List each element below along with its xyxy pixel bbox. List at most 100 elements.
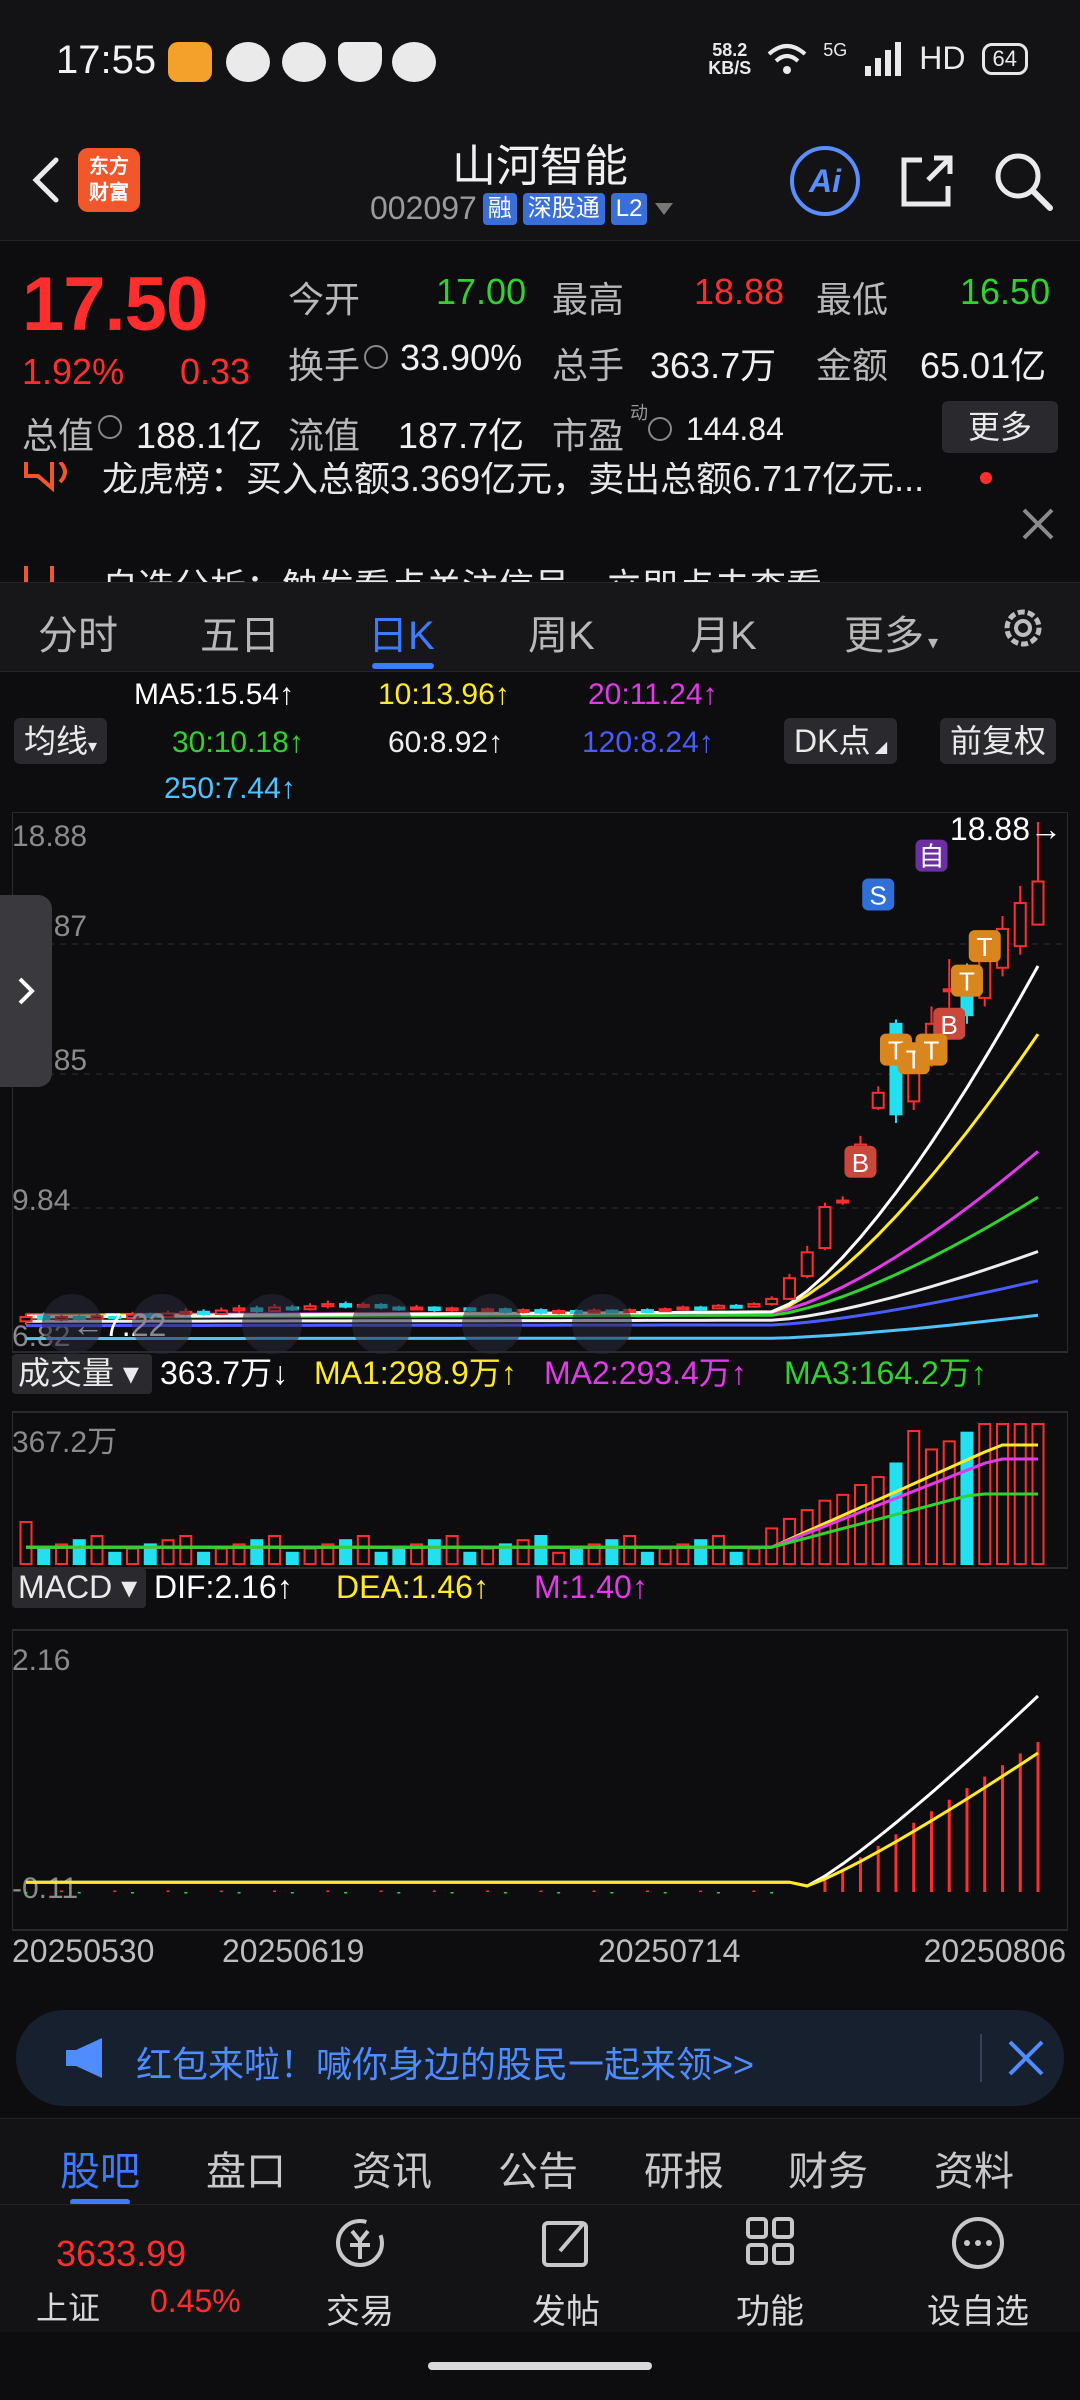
- active-tab-indicator: [372, 663, 434, 669]
- news-ticker[interactable]: 龙虎榜：买入总额3.369亿元，卖出总额6.717亿元... 自选分析：触发看点…: [0, 462, 1080, 582]
- dropdown-triangle-icon[interactable]: [653, 201, 675, 217]
- chart-nav-button: [42, 1294, 102, 1354]
- mktcap-info-icon[interactable]: [98, 415, 122, 439]
- speaker-icon: [24, 462, 67, 492]
- ma60-value: 60:8.92↑: [388, 726, 504, 759]
- share-icon[interactable]: [894, 148, 960, 214]
- post-button[interactable]: 发帖: [496, 2215, 636, 2333]
- net-speed-value: 58.2: [712, 39, 748, 60]
- volume-bar: [126, 1547, 140, 1565]
- index-percent: 0.45%: [150, 2283, 241, 2319]
- signal-icon: [865, 41, 902, 76]
- kline-chart[interactable]: 18.8816.8714.859.846.8218.88→←7.22S自BBTT…: [12, 812, 1068, 2002]
- tab-more-periods[interactable]: 更多 ▾: [844, 603, 938, 661]
- tab-order-book[interactable]: 盘口: [206, 2139, 286, 2197]
- candle: [303, 1303, 317, 1311]
- dif-line: [26, 1694, 1040, 1888]
- unread-dot: [980, 472, 992, 484]
- dk-button-label: DK点: [794, 723, 871, 759]
- tab-profile[interactable]: 资料: [934, 2139, 1014, 2197]
- tab-financials[interactable]: 财务: [788, 2139, 868, 2197]
- volume-bar: [640, 1551, 654, 1565]
- trade-button[interactable]: 交易: [290, 2215, 430, 2333]
- volume-bar: [250, 1539, 264, 1566]
- candle-body: [818, 1206, 832, 1250]
- volume-bar: [445, 1535, 459, 1565]
- index-name: 上证: [36, 2290, 101, 2326]
- t-signal-badge: T: [924, 1036, 940, 1066]
- info-tabs: 股吧 盘口 资讯 公告 研报 财务 资料: [0, 2118, 1080, 2205]
- news-headline-watchlist[interactable]: 自选分析：触发看点关注信号，立即点击查看: [102, 558, 822, 582]
- volume-button-label: 成交量 ▾: [18, 1355, 139, 1391]
- macd-button-label: MACD ▾: [18, 1569, 137, 1605]
- search-icon[interactable]: [990, 148, 1056, 214]
- gear-icon[interactable]: [996, 601, 1050, 655]
- ai-assistant-icon[interactable]: Ai: [790, 146, 860, 216]
- high-value: 18.88: [694, 271, 785, 312]
- tab-five-day[interactable]: 五日: [200, 603, 280, 661]
- comment-icon: [392, 42, 436, 82]
- dea-line: [26, 1751, 1039, 1888]
- candle: [729, 1304, 743, 1309]
- amount-label: 金额: [816, 345, 889, 386]
- candle-body: [694, 1306, 708, 1311]
- status-bar: 17:55 58.2 KB/S 5G HD 64: [0, 0, 1080, 120]
- tab-news[interactable]: 资讯: [352, 2139, 432, 2197]
- volume-bar: [552, 1551, 566, 1565]
- turnover-info-icon[interactable]: [364, 345, 388, 369]
- candle-body: [427, 1306, 441, 1312]
- net-speed-unit: KB/S: [708, 57, 752, 78]
- ma-button-label: 均线: [24, 723, 89, 759]
- pe-info-icon[interactable]: [648, 417, 672, 441]
- tab-guba[interactable]: 股吧: [60, 2139, 140, 2197]
- tab-research[interactable]: 研报: [644, 2139, 724, 2197]
- candle: [818, 1202, 832, 1251]
- tab-weekly-k[interactable]: 周K: [528, 603, 595, 661]
- tab-monthly-k[interactable]: 月K: [690, 603, 757, 661]
- macd-axis-top-label: 2.16: [12, 1644, 70, 1677]
- volume-bar: [481, 1547, 495, 1565]
- candle-body: [640, 1309, 654, 1314]
- functions-button[interactable]: 功能: [700, 2215, 840, 2333]
- candle-body: [658, 1308, 672, 1313]
- tab-intraday[interactable]: 分时: [38, 603, 118, 661]
- gesture-bar[interactable]: [428, 2362, 652, 2370]
- news-headline-longhubang[interactable]: 龙虎榜：买入总额3.369亿元，卖出总额6.717亿元...: [102, 462, 924, 502]
- tab-announcements[interactable]: 公告: [498, 2139, 578, 2197]
- change-amount: 0.33: [180, 351, 251, 392]
- volume-bar: [72, 1539, 86, 1566]
- period-tabs: 分时 五日 日K 周K 月K 更多 ▾: [0, 582, 1080, 672]
- candle-body: [782, 1277, 796, 1300]
- open-value: 17.00: [436, 271, 527, 312]
- date-axis-label: 20250530: [12, 1933, 154, 1969]
- float-label: 流值: [288, 415, 361, 456]
- more-quote-button[interactable]: 更多: [942, 401, 1058, 453]
- ma10-value: 10:13.96↑: [378, 678, 510, 711]
- stock-code: 002097: [370, 190, 477, 226]
- corner-triangle-icon: ◢: [870, 739, 888, 756]
- volume-axis-label: 367.2万: [12, 1426, 117, 1459]
- chart-nav-button: [352, 1294, 412, 1354]
- red-packet-banner[interactable]: 红包来啦！喊你身边的股民一起来领>>: [16, 2010, 1064, 2106]
- add-watchlist-button[interactable]: 设自选: [908, 2215, 1048, 2333]
- adjust-mode-button[interactable]: 前复权: [940, 718, 1057, 764]
- candle-body: [711, 1304, 725, 1310]
- tab-daily-k[interactable]: 日K: [368, 603, 435, 661]
- mktcap-label: 总值: [22, 415, 95, 456]
- index-value[interactable]: 3633.99: [56, 2233, 186, 2275]
- trade-label: 交易: [326, 2293, 394, 2331]
- megaphone-icon: [66, 2038, 102, 2078]
- volume-bar: [37, 1547, 51, 1565]
- banner-text[interactable]: 红包来啦！喊你身边的股民一起来领>>: [136, 2036, 754, 2088]
- close-icon[interactable]: [1006, 2038, 1046, 2078]
- close-icon[interactable]: [1020, 506, 1056, 542]
- candle: [1013, 885, 1027, 955]
- connect-tag: 深股通: [522, 192, 605, 225]
- side-expand-handle[interactable]: [0, 895, 52, 1087]
- ma-selector-button[interactable]: 均线▾: [14, 718, 108, 764]
- candle: [800, 1245, 814, 1279]
- macd-panel-frame: [12, 1629, 1068, 1931]
- dk-point-button[interactable]: DK点 ◢: [784, 718, 898, 764]
- net-speed: 58.2 KB/S: [708, 41, 751, 77]
- ma20-line: [26, 1150, 1039, 1317]
